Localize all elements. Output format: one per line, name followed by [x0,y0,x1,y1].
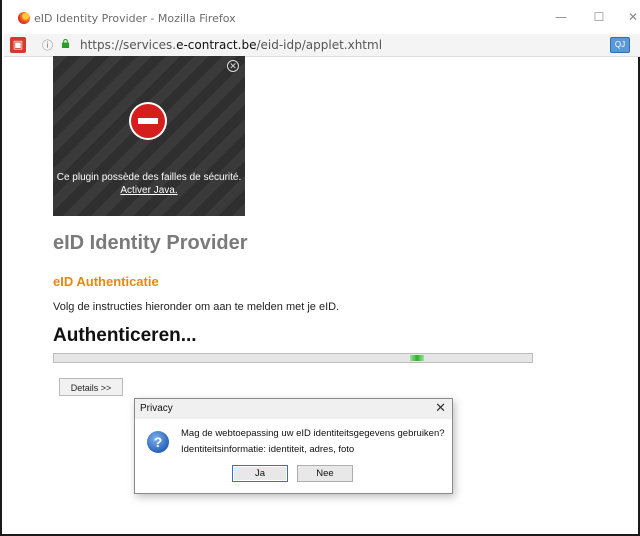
maximize-button[interactable]: ☐ [584,6,614,28]
status-heading: Authenticeren... [53,325,197,346]
minimize-button[interactable]: — [546,6,576,28]
progress-indicator [410,355,424,361]
plugin-warning-text: Ce plugin possède des failles de sécurit… [56,172,242,183]
no-button[interactable]: Nee [297,465,353,482]
url-text[interactable]: https://services.e-contract.be/eid-idp/a… [80,38,382,52]
info-icon[interactable]: ⓘ [42,37,53,53]
details-button[interactable]: Details >> [59,378,123,396]
blocked-plugin-icon[interactable]: ▣ [10,37,26,53]
address-bar[interactable]: ▣ ⓘ https://services.e-contract.be/eid-i… [4,34,640,57]
dialog-title: Privacy [140,403,173,414]
window-title: eID Identity Provider - Mozilla Firefox [34,12,236,25]
dialog-close-button[interactable]: ✕ [435,400,446,416]
addon-icon[interactable]: QJ [610,37,630,53]
dialog-body: ? Mag de webtoepassing uw eID identiteit… [135,419,452,493]
title-bar: eID Identity Provider - Mozilla Firefox … [4,0,640,34]
activate-java-link[interactable]: Activer Java. [53,185,245,196]
close-icon[interactable]: ✕ [227,60,239,72]
lock-icon [61,39,70,48]
instruction-text: Volg de instructies hieronder om aan te … [53,301,340,313]
yes-button[interactable]: Ja [232,465,288,482]
close-window-button[interactable]: ✕ [618,6,640,28]
dialog-info: Identiteitsinformatie: identiteit, adres… [181,444,355,455]
firefox-icon [18,12,30,24]
java-plugin-placeholder: ✕ Ce plugin possède des failles de sécur… [53,56,245,216]
dialog-question: Mag de webtoepassing uw eID identiteitsg… [181,428,445,439]
page-title: eID Identity Provider [53,232,248,254]
blocked-icon [131,104,165,138]
browser-window: eID Identity Provider - Mozilla Firefox … [0,0,640,536]
question-icon: ? [147,431,169,453]
progress-bar [53,353,533,363]
privacy-dialog: Privacy ✕ ? Mag de webtoepassing uw eID … [134,398,453,494]
page-subtitle: eID Authenticatie [53,274,159,289]
